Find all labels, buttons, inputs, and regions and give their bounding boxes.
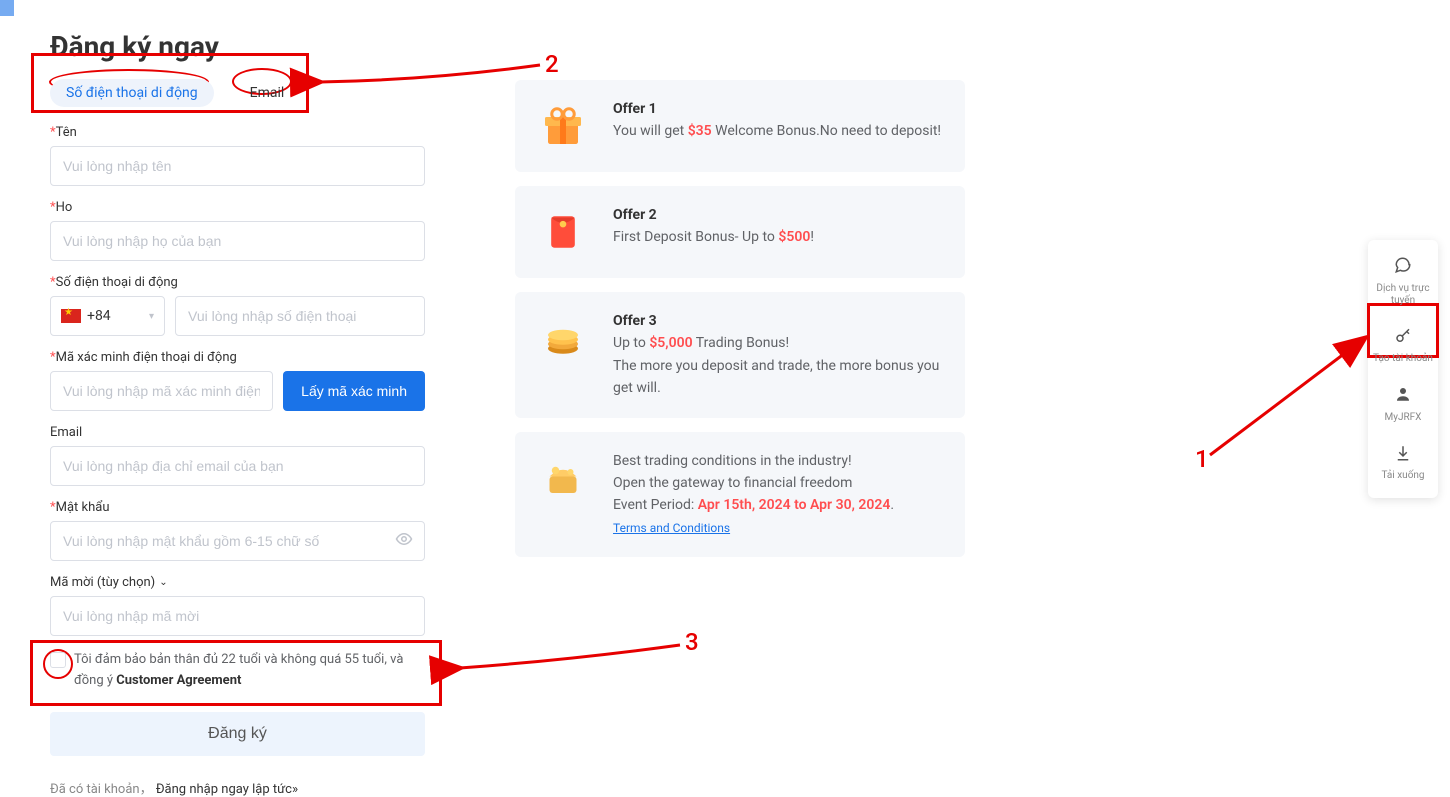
dock-create[interactable]: Tạo tài khoản bbox=[1368, 317, 1438, 376]
phone-input[interactable] bbox=[175, 296, 425, 336]
dock-download[interactable]: Tải xuống bbox=[1368, 434, 1438, 493]
flag-icon bbox=[61, 309, 81, 323]
user-icon bbox=[1372, 385, 1434, 409]
chat-icon bbox=[1372, 256, 1434, 280]
red-envelope-icon bbox=[535, 204, 591, 260]
register-button[interactable]: Đăng ký bbox=[50, 712, 425, 756]
download-icon bbox=[1372, 444, 1434, 468]
terms-link[interactable]: Terms and Conditions bbox=[613, 521, 730, 535]
agree-text: Tôi đảm bảo bản thân đủ 22 tuổi và không… bbox=[74, 650, 425, 692]
coins-icon bbox=[535, 310, 591, 366]
verify-label: *Mã xác minh điện thoại di động bbox=[50, 350, 425, 365]
name-input[interactable] bbox=[50, 146, 425, 186]
invite-label[interactable]: Mã mời (tùy chọn) ⌄ bbox=[50, 575, 425, 590]
key-icon bbox=[1372, 327, 1434, 351]
pw-input[interactable] bbox=[50, 521, 425, 561]
side-dock: Dịch vụ trực tuyến Tạo tài khoản MyJRFX … bbox=[1368, 240, 1438, 498]
login-now-link[interactable]: Đăng nhập ngay lập tức» bbox=[156, 782, 298, 797]
dock-myjrfx[interactable]: MyJRFX bbox=[1368, 375, 1438, 434]
tab-mobile[interactable]: Số điện thoại di động bbox=[50, 79, 214, 107]
offer-card-4: Best trading conditions in the industry!… bbox=[515, 432, 965, 558]
lastname-input[interactable] bbox=[50, 221, 425, 261]
agree-checkbox[interactable] bbox=[50, 652, 66, 668]
already-text: Đã có tài khoản， bbox=[50, 782, 153, 797]
arrow-3 bbox=[450, 640, 690, 680]
arrow-2 bbox=[310, 60, 550, 100]
chevron-down-icon: ▾ bbox=[149, 311, 154, 322]
offer-card-2: Offer 2 First Deposit Bonus- Up to $500! bbox=[515, 186, 965, 278]
email-input[interactable] bbox=[50, 446, 425, 486]
treasure-icon bbox=[535, 450, 591, 506]
pw-label: *Mật khẩu bbox=[50, 500, 425, 515]
phone-prefix-select[interactable]: +84 ▾ bbox=[50, 296, 165, 336]
lastname-label: *Ho bbox=[50, 200, 425, 215]
eye-icon[interactable] bbox=[395, 530, 413, 552]
offer-card-3: Offer 3 Up to $5,000 Trading Bonus! The … bbox=[515, 292, 965, 418]
agreement-link[interactable]: Customer Agreement bbox=[116, 673, 241, 688]
tab-email[interactable]: Email bbox=[234, 79, 301, 107]
name-label: *Tên bbox=[50, 125, 425, 140]
get-verify-button[interactable]: Lấy mã xác minh bbox=[283, 371, 425, 411]
verify-input[interactable] bbox=[50, 371, 273, 411]
arrow-1 bbox=[1205, 330, 1375, 460]
gift-icon bbox=[535, 98, 591, 154]
invite-input[interactable] bbox=[50, 596, 425, 636]
email-label: Email bbox=[50, 425, 425, 440]
chevron-down-icon: ⌄ bbox=[159, 577, 167, 588]
offer-card-1: Offer 1 You will get $35 Welcome Bonus.N… bbox=[515, 80, 965, 172]
title-accent-square bbox=[0, 0, 14, 16]
page-title: Đăng ký ngay bbox=[50, 30, 425, 63]
phone-label: *Số điện thoại di động bbox=[50, 275, 425, 290]
dock-chat[interactable]: Dịch vụ trực tuyến bbox=[1368, 246, 1438, 317]
